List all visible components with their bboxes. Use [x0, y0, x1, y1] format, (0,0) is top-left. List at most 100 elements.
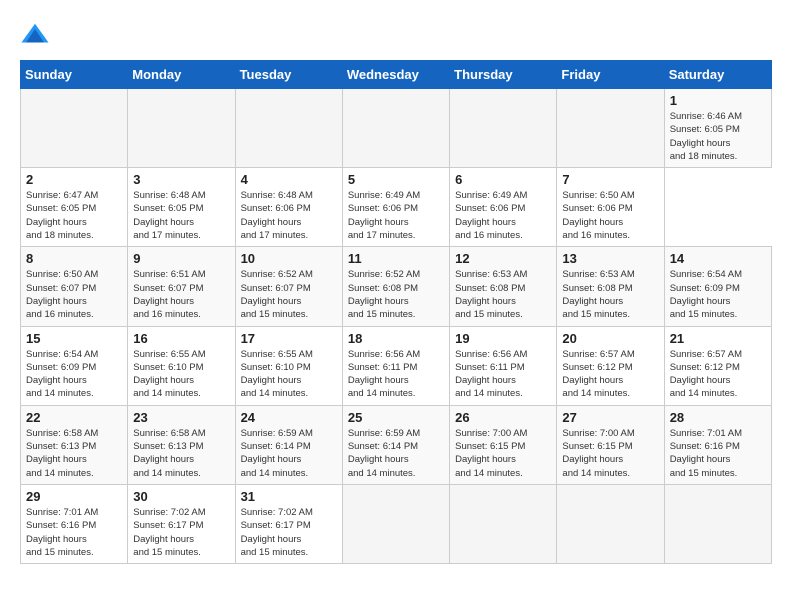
- logo-icon: [20, 20, 50, 50]
- day-number: 7: [562, 172, 658, 187]
- day-number: 4: [241, 172, 337, 187]
- day-info: Sunrise: 7:00 AM Sunset: 6:15 PM Dayligh…: [455, 427, 551, 480]
- day-info: Sunrise: 6:52 AM Sunset: 6:08 PM Dayligh…: [348, 268, 444, 321]
- weekday-header: Monday: [128, 61, 235, 89]
- day-number: 14: [670, 251, 766, 266]
- calendar-cell: 2 Sunrise: 6:47 AM Sunset: 6:05 PM Dayli…: [21, 168, 128, 247]
- calendar-cell: 27 Sunrise: 7:00 AM Sunset: 6:15 PM Dayl…: [557, 405, 664, 484]
- day-info: Sunrise: 6:47 AM Sunset: 6:05 PM Dayligh…: [26, 189, 122, 242]
- calendar-week-row: 1 Sunrise: 6:46 AM Sunset: 6:05 PM Dayli…: [21, 89, 772, 168]
- day-number: 8: [26, 251, 122, 266]
- calendar-cell: 16 Sunrise: 6:55 AM Sunset: 6:10 PM Dayl…: [128, 326, 235, 405]
- day-number: 12: [455, 251, 551, 266]
- calendar-cell: [450, 89, 557, 168]
- day-number: 1: [670, 93, 766, 108]
- calendar-cell: [450, 484, 557, 563]
- day-info: Sunrise: 6:51 AM Sunset: 6:07 PM Dayligh…: [133, 268, 229, 321]
- day-info: Sunrise: 6:48 AM Sunset: 6:05 PM Dayligh…: [133, 189, 229, 242]
- calendar-cell: 4 Sunrise: 6:48 AM Sunset: 6:06 PM Dayli…: [235, 168, 342, 247]
- day-info: Sunrise: 6:54 AM Sunset: 6:09 PM Dayligh…: [26, 348, 122, 401]
- calendar-cell: 15 Sunrise: 6:54 AM Sunset: 6:09 PM Dayl…: [21, 326, 128, 405]
- day-info: Sunrise: 6:55 AM Sunset: 6:10 PM Dayligh…: [133, 348, 229, 401]
- day-number: 28: [670, 410, 766, 425]
- day-info: Sunrise: 7:02 AM Sunset: 6:17 PM Dayligh…: [241, 506, 337, 559]
- weekday-header: Friday: [557, 61, 664, 89]
- day-info: Sunrise: 6:59 AM Sunset: 6:14 PM Dayligh…: [241, 427, 337, 480]
- weekday-header: Sunday: [21, 61, 128, 89]
- day-info: Sunrise: 6:53 AM Sunset: 6:08 PM Dayligh…: [455, 268, 551, 321]
- calendar-cell: 19 Sunrise: 6:56 AM Sunset: 6:11 PM Dayl…: [450, 326, 557, 405]
- calendar-cell: 18 Sunrise: 6:56 AM Sunset: 6:11 PM Dayl…: [342, 326, 449, 405]
- day-number: 16: [133, 331, 229, 346]
- day-number: 30: [133, 489, 229, 504]
- day-info: Sunrise: 6:54 AM Sunset: 6:09 PM Dayligh…: [670, 268, 766, 321]
- day-info: Sunrise: 6:49 AM Sunset: 6:06 PM Dayligh…: [455, 189, 551, 242]
- calendar-cell: 5 Sunrise: 6:49 AM Sunset: 6:06 PM Dayli…: [342, 168, 449, 247]
- calendar-cell: 14 Sunrise: 6:54 AM Sunset: 6:09 PM Dayl…: [664, 247, 771, 326]
- page-header: [20, 20, 772, 50]
- day-info: Sunrise: 6:59 AM Sunset: 6:14 PM Dayligh…: [348, 427, 444, 480]
- calendar-cell: 6 Sunrise: 6:49 AM Sunset: 6:06 PM Dayli…: [450, 168, 557, 247]
- calendar-cell: 28 Sunrise: 7:01 AM Sunset: 6:16 PM Dayl…: [664, 405, 771, 484]
- calendar-cell: 30 Sunrise: 7:02 AM Sunset: 6:17 PM Dayl…: [128, 484, 235, 563]
- weekday-header: Saturday: [664, 61, 771, 89]
- day-number: 9: [133, 251, 229, 266]
- calendar-week-row: 2 Sunrise: 6:47 AM Sunset: 6:05 PM Dayli…: [21, 168, 772, 247]
- day-number: 6: [455, 172, 551, 187]
- day-number: 15: [26, 331, 122, 346]
- calendar-cell: 26 Sunrise: 7:00 AM Sunset: 6:15 PM Dayl…: [450, 405, 557, 484]
- day-info: Sunrise: 6:56 AM Sunset: 6:11 PM Dayligh…: [348, 348, 444, 401]
- day-info: Sunrise: 6:50 AM Sunset: 6:06 PM Dayligh…: [562, 189, 658, 242]
- calendar-cell: [235, 89, 342, 168]
- calendar-cell: [342, 89, 449, 168]
- day-info: Sunrise: 7:02 AM Sunset: 6:17 PM Dayligh…: [133, 506, 229, 559]
- day-info: Sunrise: 6:48 AM Sunset: 6:06 PM Dayligh…: [241, 189, 337, 242]
- calendar-cell: [128, 89, 235, 168]
- calendar-week-row: 29 Sunrise: 7:01 AM Sunset: 6:16 PM Dayl…: [21, 484, 772, 563]
- calendar-week-row: 15 Sunrise: 6:54 AM Sunset: 6:09 PM Dayl…: [21, 326, 772, 405]
- day-number: 25: [348, 410, 444, 425]
- day-number: 27: [562, 410, 658, 425]
- calendar-cell: 21 Sunrise: 6:57 AM Sunset: 6:12 PM Dayl…: [664, 326, 771, 405]
- calendar-cell: [342, 484, 449, 563]
- day-number: 24: [241, 410, 337, 425]
- day-number: 18: [348, 331, 444, 346]
- calendar-cell: 29 Sunrise: 7:01 AM Sunset: 6:16 PM Dayl…: [21, 484, 128, 563]
- day-number: 31: [241, 489, 337, 504]
- day-number: 21: [670, 331, 766, 346]
- calendar: SundayMondayTuesdayWednesdayThursdayFrid…: [20, 60, 772, 564]
- day-number: 10: [241, 251, 337, 266]
- day-info: Sunrise: 6:49 AM Sunset: 6:06 PM Dayligh…: [348, 189, 444, 242]
- weekday-header: Wednesday: [342, 61, 449, 89]
- calendar-cell: [557, 484, 664, 563]
- calendar-cell: 13 Sunrise: 6:53 AM Sunset: 6:08 PM Dayl…: [557, 247, 664, 326]
- calendar-header-row: SundayMondayTuesdayWednesdayThursdayFrid…: [21, 61, 772, 89]
- day-info: Sunrise: 6:53 AM Sunset: 6:08 PM Dayligh…: [562, 268, 658, 321]
- day-info: Sunrise: 6:58 AM Sunset: 6:13 PM Dayligh…: [133, 427, 229, 480]
- calendar-cell: 9 Sunrise: 6:51 AM Sunset: 6:07 PM Dayli…: [128, 247, 235, 326]
- calendar-cell: 12 Sunrise: 6:53 AM Sunset: 6:08 PM Dayl…: [450, 247, 557, 326]
- calendar-cell: 24 Sunrise: 6:59 AM Sunset: 6:14 PM Dayl…: [235, 405, 342, 484]
- day-number: 5: [348, 172, 444, 187]
- day-number: 29: [26, 489, 122, 504]
- day-info: Sunrise: 7:00 AM Sunset: 6:15 PM Dayligh…: [562, 427, 658, 480]
- day-info: Sunrise: 6:55 AM Sunset: 6:10 PM Dayligh…: [241, 348, 337, 401]
- day-info: Sunrise: 6:46 AM Sunset: 6:05 PM Dayligh…: [670, 110, 766, 163]
- day-number: 26: [455, 410, 551, 425]
- day-number: 22: [26, 410, 122, 425]
- calendar-cell: 11 Sunrise: 6:52 AM Sunset: 6:08 PM Dayl…: [342, 247, 449, 326]
- calendar-cell: 22 Sunrise: 6:58 AM Sunset: 6:13 PM Dayl…: [21, 405, 128, 484]
- day-info: Sunrise: 6:57 AM Sunset: 6:12 PM Dayligh…: [562, 348, 658, 401]
- calendar-cell: 3 Sunrise: 6:48 AM Sunset: 6:05 PM Dayli…: [128, 168, 235, 247]
- day-number: 17: [241, 331, 337, 346]
- calendar-cell: 31 Sunrise: 7:02 AM Sunset: 6:17 PM Dayl…: [235, 484, 342, 563]
- calendar-cell: 17 Sunrise: 6:55 AM Sunset: 6:10 PM Dayl…: [235, 326, 342, 405]
- calendar-cell: [664, 484, 771, 563]
- calendar-cell: [557, 89, 664, 168]
- calendar-cell: 7 Sunrise: 6:50 AM Sunset: 6:06 PM Dayli…: [557, 168, 664, 247]
- day-number: 19: [455, 331, 551, 346]
- day-info: Sunrise: 6:57 AM Sunset: 6:12 PM Dayligh…: [670, 348, 766, 401]
- calendar-cell: [21, 89, 128, 168]
- day-info: Sunrise: 7:01 AM Sunset: 6:16 PM Dayligh…: [670, 427, 766, 480]
- day-number: 11: [348, 251, 444, 266]
